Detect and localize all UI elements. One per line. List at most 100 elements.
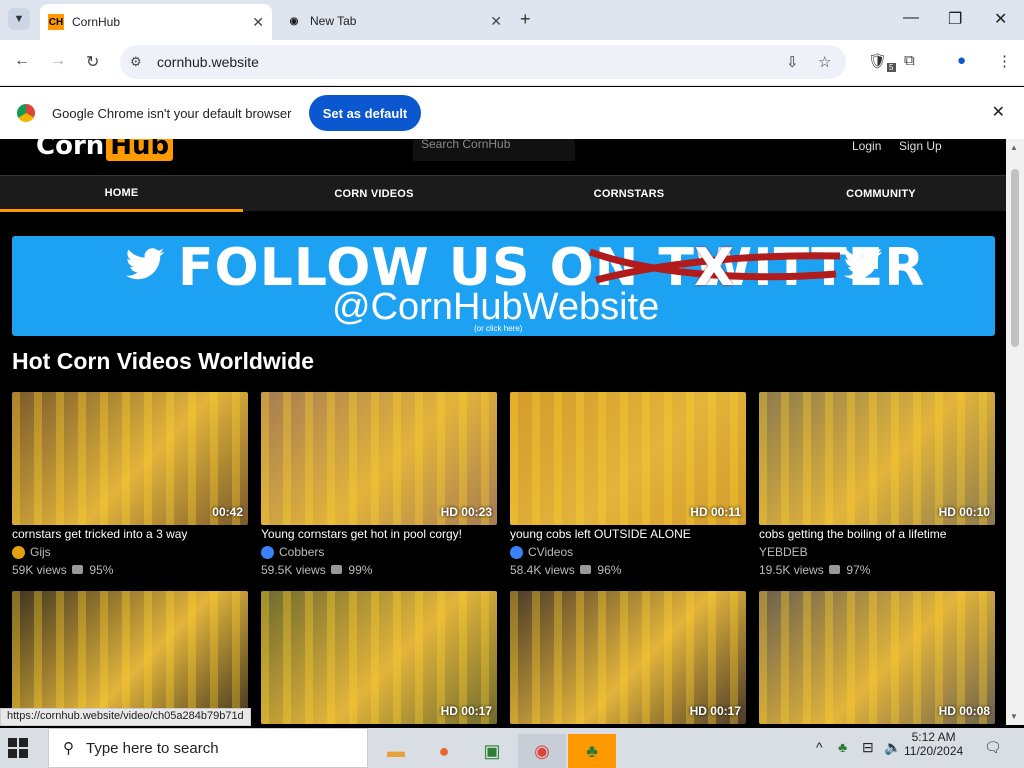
verified-badge-icon [261,545,274,559]
notifications-icon[interactable]: 🗨 [984,739,1002,756]
forward-icon[interactable]: → [50,52,66,70]
taskbar-search[interactable]: ⚲ Type here to search [48,728,368,768]
channel-name[interactable]: YEBDEB [759,545,808,559]
site-header: Corn Hub Search CornHub Login Sign Up [0,139,1006,175]
video-card[interactable]: 00:42 cornstars get tricked into a 3 way… [12,392,248,577]
profile-avatar-icon[interactable]: ● [957,52,966,69]
video-title[interactable]: cornstars get tricked into a 3 way [12,527,248,541]
video-card[interactable]: HD 00:11 young cobs left OUTSIDE ALONE C… [510,392,746,577]
video-card[interactable] [12,591,248,725]
network-icon[interactable]: ⊟ [862,739,874,756]
video-duration: HD 00:10 [938,505,990,519]
extensions-puzzle-icon[interactable]: ⧉ [904,52,915,69]
video-stats: 59.5K views 99% [261,563,497,577]
scrollbar-thumb[interactable] [1011,169,1019,347]
firefox-icon[interactable]: ● [420,734,468,768]
scroll-down-icon[interactable]: ▼ [1010,712,1018,721]
video-views: 58.4K views [510,563,575,577]
video-views: 59K views [12,563,67,577]
corn-texture [12,591,248,724]
video-thumbnail[interactable]: HD 00:17 [261,591,497,724]
signup-link[interactable]: Sign Up [899,139,942,153]
bookmark-star-icon[interactable]: ☆ [818,53,831,71]
system-clock[interactable]: 5:12 AM 11/20/2024 [904,730,963,758]
video-channel[interactable]: Cobbers [261,545,497,559]
video-card[interactable]: HD 00:10 cobs getting the boiling of a l… [759,392,995,577]
nav-community[interactable]: COMMUNITY [760,176,1002,212]
file-explorer-icon[interactable]: ▬ [372,734,420,768]
nav-corn-videos[interactable]: CORN VIDEOS [253,176,495,212]
video-duration: HD 00:17 [440,704,492,718]
set-as-default-button[interactable]: Set as default [309,95,421,131]
channel-name[interactable]: CVideos [528,545,573,559]
tab-search-button[interactable]: ▼ [8,8,30,30]
nav-cornstars[interactable]: CORNSTARS [508,176,750,212]
install-app-icon[interactable]: ⇩ [786,53,799,71]
nav-home[interactable]: HOME [0,176,243,212]
video-channel[interactable]: YEBDEB [759,545,995,559]
menu-kebab-icon[interactable]: ⋮ [997,52,1012,70]
extension-shield-icon[interactable]: 🛡 5 [868,52,896,72]
video-title[interactable]: Young cornstars get hot in pool corgy! [261,527,497,541]
channel-name[interactable]: Gijs [30,545,51,559]
video-stats: 19.5K views 97% [759,563,995,577]
search-icon: ⚲ [63,740,74,757]
browser-toolbar: ← → ↻ ⚙ cornhub.website ⇩ ☆ 🛡 5 ⧉ ● ⋮ [0,40,1024,86]
verified-badge-icon [510,545,523,559]
video-rating: 95% [89,563,114,577]
site-logo[interactable]: Corn Hub [36,139,174,161]
restore-button[interactable]: ❐ [948,9,962,29]
video-rating: 96% [597,563,622,577]
video-card[interactable]: HD 00:08 [759,591,995,725]
video-thumbnail[interactable]: HD 00:17 [510,591,746,724]
video-title[interactable]: young cobs left OUTSIDE ALONE [510,527,746,541]
video-duration: HD 00:11 [690,505,741,519]
chrome-taskbar-icon[interactable]: ◉ [518,734,566,768]
chrome-logo-icon [17,104,35,122]
video-thumbnail[interactable]: HD 00:11 [510,392,746,525]
close-infobar-icon[interactable]: ✕ [992,102,1005,122]
close-window-button[interactable]: ✕ [994,9,1007,29]
video-thumbnail[interactable]: HD 00:10 [759,392,995,525]
video-card[interactable]: HD 00:17 [510,591,746,725]
video-card[interactable]: HD 00:23 Young cornstars get hot in pool… [261,392,497,577]
thumbs-up-icon [72,565,84,574]
windows-start-icon[interactable] [8,738,28,758]
login-link[interactable]: Login [852,139,881,153]
video-title[interactable]: cobs getting the boiling of a lifetime [759,527,995,541]
url-text[interactable]: cornhub.website [157,54,259,70]
close-tab-icon[interactable]: ✕ [252,14,264,31]
windows-taskbar: ⚲ Type here to search ▬ ● ▣ ◉ ♣ ^ ♣ ⊟ 🔈 … [0,728,1024,768]
video-views: 19.5K views [759,563,824,577]
web-page: Corn Hub Search CornHub Login Sign Up HOM… [0,139,1006,725]
new-tab-button[interactable]: + [520,9,531,30]
app-window-icon[interactable]: ▣ [468,734,516,768]
address-bar[interactable]: ⚙ cornhub.website ⇩ ☆ [120,45,846,79]
minimize-button[interactable]: — [903,9,919,27]
video-channel[interactable]: CVideos [510,545,746,559]
close-tab-icon[interactable]: ✕ [490,13,502,30]
scroll-up-icon[interactable]: ▲ [1010,143,1018,152]
video-thumbnail[interactable]: HD 00:08 [759,591,995,724]
site-search-input[interactable]: Search CornHub [413,139,575,161]
volume-icon[interactable]: 🔈 [884,739,901,756]
tab-cornhub[interactable]: CH CornHub ✕ [40,4,272,40]
video-card[interactable]: HD 00:17 [261,591,497,725]
video-thumbnail[interactable]: 00:42 [12,392,248,525]
back-icon[interactable]: ← [14,52,30,70]
twitter-banner[interactable]: FOLLOW US ON TWITTER X @CornHubWebsite (… [12,236,995,336]
status-bar-url: https://cornhub.website/video/ch05a284b7… [0,708,251,726]
channel-name[interactable]: Cobbers [279,545,324,559]
video-channel[interactable]: Gijs [12,545,248,559]
twitter-bird-icon [125,248,165,280]
reload-icon[interactable]: ↻ [86,52,99,72]
tray-overflow-icon[interactable]: ^ [816,739,823,755]
video-thumbnail[interactable] [12,591,248,724]
tray-user-icon[interactable]: ♣ [838,739,847,755]
page-scrollbar[interactable]: ▲ ▼ [1006,139,1024,725]
cornhub-app-icon[interactable]: ♣ [568,734,616,768]
site-info-icon[interactable]: ⚙ [130,54,142,70]
tab-new-tab[interactable]: ◉ New Tab ✕ [278,6,510,36]
banner-x-letter: X [694,238,735,298]
video-thumbnail[interactable]: HD 00:23 [261,392,497,525]
